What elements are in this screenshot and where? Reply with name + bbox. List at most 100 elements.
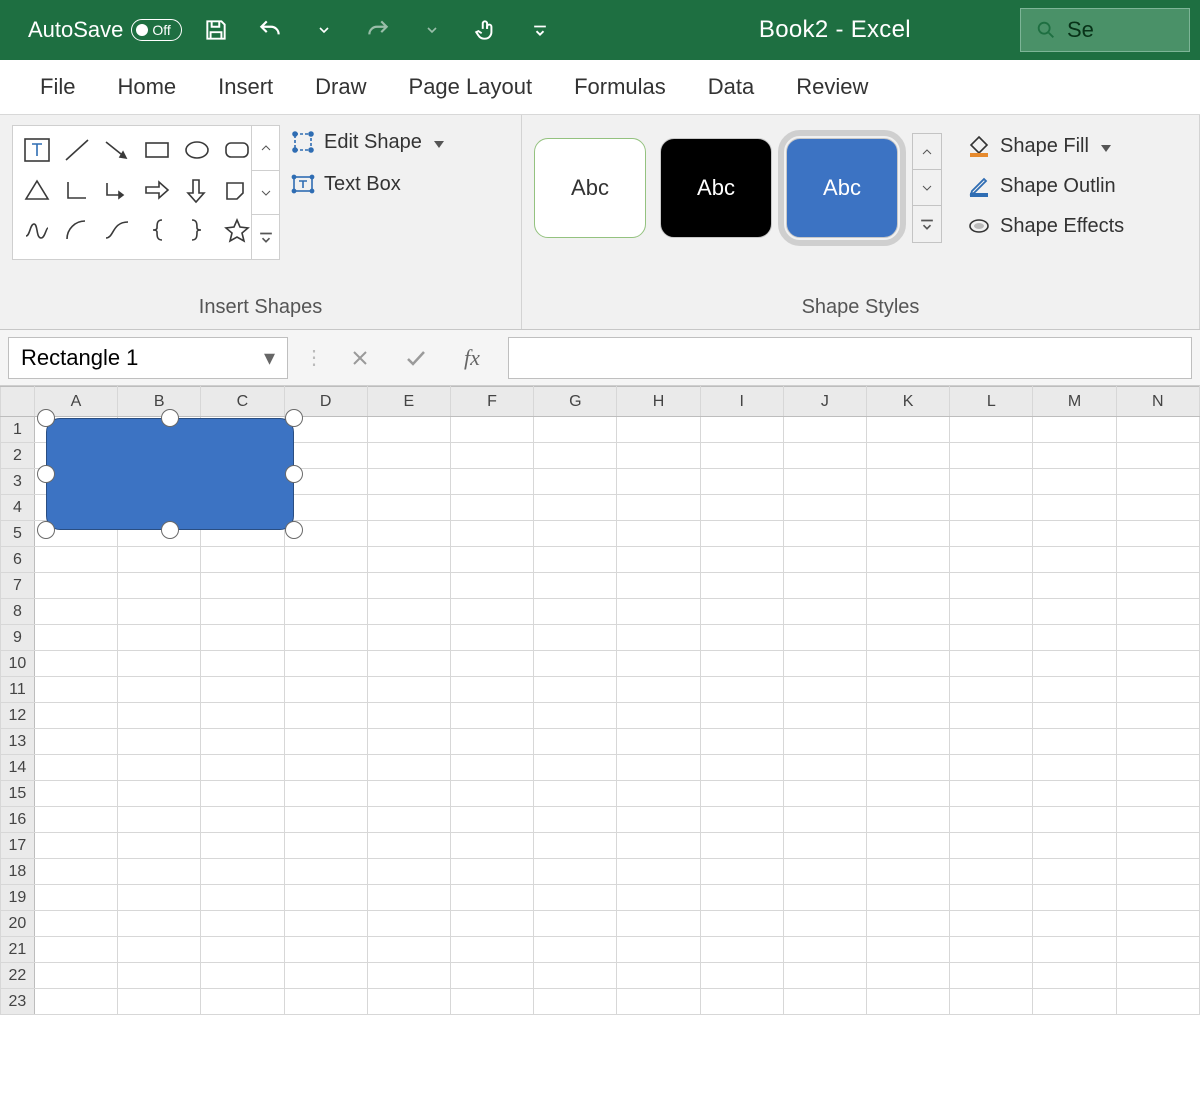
- cell[interactable]: [950, 833, 1033, 859]
- cell[interactable]: [1116, 547, 1199, 573]
- shape-rounded-rect-icon[interactable]: [219, 132, 255, 168]
- cell[interactable]: [450, 885, 533, 911]
- cell[interactable]: [866, 417, 949, 443]
- cell[interactable]: [1033, 703, 1116, 729]
- cell[interactable]: [866, 651, 949, 677]
- cell[interactable]: [450, 937, 533, 963]
- cell[interactable]: [1116, 859, 1199, 885]
- cell[interactable]: [367, 781, 450, 807]
- column-header[interactable]: N: [1116, 387, 1199, 417]
- cell[interactable]: [284, 833, 367, 859]
- cell[interactable]: [118, 755, 201, 781]
- cell[interactable]: [534, 807, 617, 833]
- cell[interactable]: [367, 703, 450, 729]
- shape-effects-button[interactable]: Shape Effects: [966, 213, 1124, 239]
- style-preset-1[interactable]: Abc: [534, 138, 646, 238]
- cell[interactable]: [1116, 911, 1199, 937]
- cell[interactable]: [950, 989, 1033, 1015]
- column-header[interactable]: J: [783, 387, 866, 417]
- cell[interactable]: [367, 989, 450, 1015]
- cell[interactable]: [950, 469, 1033, 495]
- cell[interactable]: [201, 963, 284, 989]
- cell[interactable]: [700, 495, 783, 521]
- cell[interactable]: [118, 703, 201, 729]
- shape-gallery[interactable]: [12, 125, 280, 260]
- cell[interactable]: [1116, 833, 1199, 859]
- cell[interactable]: [534, 703, 617, 729]
- cell[interactable]: [367, 677, 450, 703]
- cell[interactable]: [34, 703, 117, 729]
- cell[interactable]: [866, 755, 949, 781]
- search-box[interactable]: Se: [1020, 8, 1190, 52]
- cell[interactable]: [367, 807, 450, 833]
- cell[interactable]: [34, 859, 117, 885]
- cell[interactable]: [367, 729, 450, 755]
- worksheet-area[interactable]: ABCDEFGHIJKLMN 1234567891011121314151617…: [0, 386, 1200, 1110]
- cell[interactable]: [367, 495, 450, 521]
- cell[interactable]: [1033, 677, 1116, 703]
- row-header[interactable]: 5: [1, 521, 35, 547]
- cell[interactable]: [1116, 625, 1199, 651]
- cell[interactable]: [617, 521, 700, 547]
- cell[interactable]: [700, 521, 783, 547]
- cell[interactable]: [367, 573, 450, 599]
- cell[interactable]: [783, 807, 866, 833]
- cell[interactable]: [866, 547, 949, 573]
- cell[interactable]: [1116, 443, 1199, 469]
- resize-handle-n[interactable]: [161, 409, 179, 427]
- cell[interactable]: [617, 443, 700, 469]
- cell[interactable]: [866, 833, 949, 859]
- shape-down-arrow-icon[interactable]: [179, 172, 215, 208]
- cell[interactable]: [1116, 807, 1199, 833]
- shape-elbow-arrow-icon[interactable]: [99, 172, 135, 208]
- select-all-corner[interactable]: [1, 387, 35, 417]
- cell[interactable]: [284, 573, 367, 599]
- cell[interactable]: [866, 911, 949, 937]
- cell[interactable]: [534, 651, 617, 677]
- row-header[interactable]: 20: [1, 911, 35, 937]
- cell[interactable]: [450, 469, 533, 495]
- cell[interactable]: [450, 599, 533, 625]
- cell[interactable]: [34, 625, 117, 651]
- undo-icon[interactable]: [250, 10, 290, 50]
- cell[interactable]: [201, 729, 284, 755]
- cell[interactable]: [284, 989, 367, 1015]
- cell[interactable]: [201, 833, 284, 859]
- cell[interactable]: [950, 599, 1033, 625]
- cell[interactable]: [367, 651, 450, 677]
- cell[interactable]: [118, 651, 201, 677]
- row-header[interactable]: 8: [1, 599, 35, 625]
- cell[interactable]: [1033, 885, 1116, 911]
- cell[interactable]: [34, 573, 117, 599]
- cell[interactable]: [34, 807, 117, 833]
- chevron-down-icon[interactable]: ▾: [264, 345, 275, 371]
- cell[interactable]: [783, 677, 866, 703]
- cell[interactable]: [1116, 651, 1199, 677]
- cell[interactable]: [1033, 651, 1116, 677]
- cell[interactable]: [1116, 989, 1199, 1015]
- cell[interactable]: [950, 807, 1033, 833]
- cell[interactable]: [700, 911, 783, 937]
- cell[interactable]: [118, 963, 201, 989]
- cell[interactable]: [201, 703, 284, 729]
- cell[interactable]: [201, 573, 284, 599]
- cell[interactable]: [1116, 417, 1199, 443]
- cell[interactable]: [284, 703, 367, 729]
- cell[interactable]: [34, 547, 117, 573]
- cell[interactable]: [34, 677, 117, 703]
- cell[interactable]: [367, 833, 450, 859]
- cell[interactable]: [450, 495, 533, 521]
- cell[interactable]: [118, 625, 201, 651]
- cell[interactable]: [783, 911, 866, 937]
- column-header[interactable]: M: [1033, 387, 1116, 417]
- cell[interactable]: [534, 443, 617, 469]
- cell[interactable]: [617, 469, 700, 495]
- style-preset-3[interactable]: Abc: [786, 138, 898, 238]
- cell[interactable]: [950, 625, 1033, 651]
- cell[interactable]: [450, 911, 533, 937]
- cell[interactable]: [866, 781, 949, 807]
- shape-oval-icon[interactable]: [179, 132, 215, 168]
- cell[interactable]: [201, 677, 284, 703]
- cell[interactable]: [617, 937, 700, 963]
- cell[interactable]: [866, 469, 949, 495]
